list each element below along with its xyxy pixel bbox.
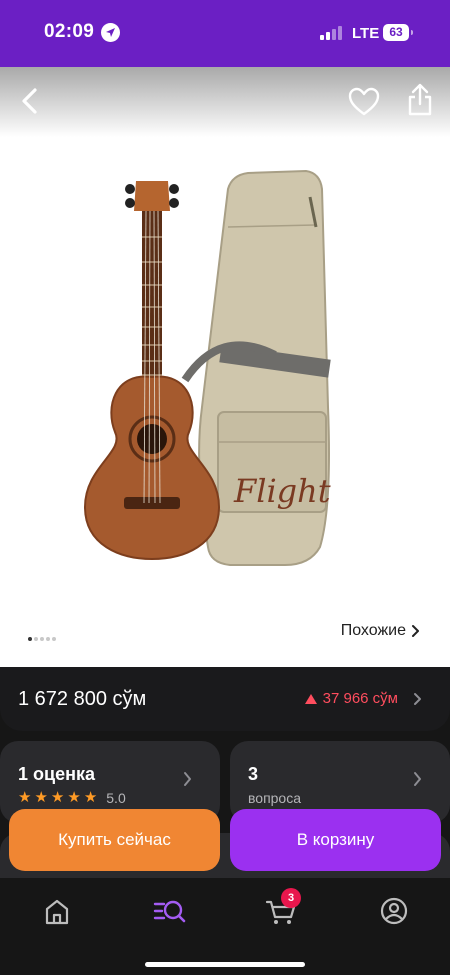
chevron-right-icon [412,625,419,637]
rating-count: 1 оценка [18,764,95,784]
price-change-value: 37 966 сўм [322,690,398,707]
share-icon [408,83,432,116]
pagination-dot[interactable] [28,637,32,641]
star-icon: ★ [18,789,32,806]
chevron-right-icon [184,772,191,786]
product-image: Flight [83,169,331,566]
back-button[interactable] [16,86,44,116]
home-icon [45,899,69,925]
chevron-left-icon [22,88,37,114]
similar-products-link[interactable]: Похожие [341,622,420,640]
battery-icon: 63 [383,24,409,41]
questions-count: 3 [248,764,259,784]
location-arrow-icon [101,23,120,42]
price-change[interactable]: 37 966 сўм [304,690,422,707]
rating-value: 5.0 [106,790,126,806]
pagination-dot[interactable] [34,637,38,641]
rating-stars: ★ ★ ★ ★ ★ 5.0 [18,790,126,806]
pagination-dot[interactable] [46,637,50,641]
price-value: 1 672 800 сўм [18,688,147,710]
price-up-icon [304,693,317,704]
chevron-right-icon [414,692,421,705]
star-icon: ★ [34,789,48,806]
product-gallery[interactable]: Flight Похожие [0,67,450,667]
ukulele-illustration [83,181,221,561]
buy-now-button[interactable]: Купить сейчас [9,809,220,871]
pagination-dot[interactable] [40,637,44,641]
bottom-navigation: 3 [0,878,450,975]
price-card[interactable]: 1 672 800 сўм 37 966 сўм [0,667,450,731]
signal-icon [320,26,344,40]
add-to-cart-button[interactable]: В корзину [230,809,441,871]
nav-catalog[interactable] [151,896,187,926]
favorite-button[interactable] [348,87,380,117]
nav-home[interactable] [39,896,75,926]
profile-icon [380,897,408,925]
pagination-dot[interactable] [52,637,56,641]
catalog-search-icon [153,900,186,923]
home-indicator [145,962,305,967]
status-time: 02:09 [44,21,95,42]
header-gradient [0,67,450,137]
share-button[interactable] [405,83,435,117]
questions-label: вопроса [248,790,302,806]
cart-badge: 3 [281,888,301,908]
battery-tip [411,30,413,35]
heart-icon [348,87,380,116]
network-type: LTE [352,25,380,42]
star-icon: ★ [67,789,81,806]
similar-label: Похожие [340,622,406,639]
chevron-right-icon [414,772,421,786]
bag-brand-logo: Flight [233,472,331,510]
status-bar: 02:09 LTE 63 [0,0,450,67]
nav-profile[interactable] [376,896,412,926]
star-icon: ★ [83,789,98,806]
star-icon: ★ [50,789,65,806]
